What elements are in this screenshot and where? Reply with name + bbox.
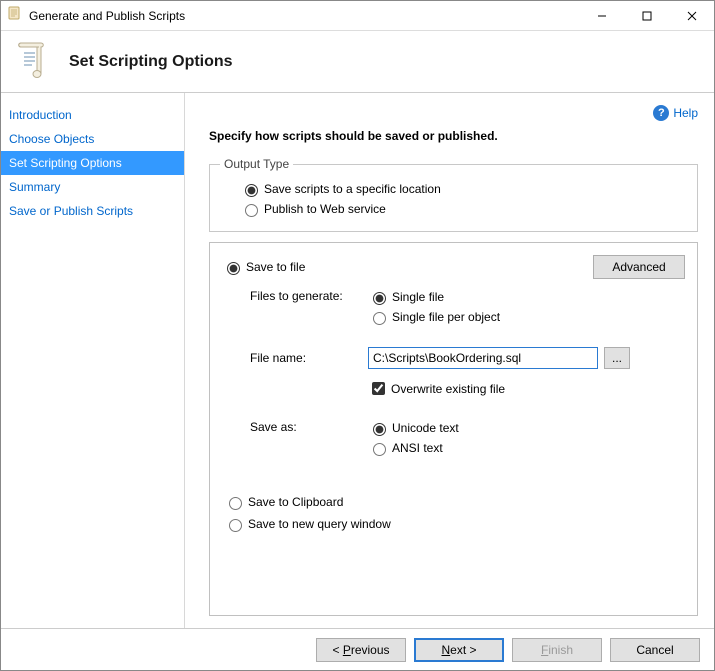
browse-button[interactable]: ...	[604, 347, 630, 369]
script-scroll-icon	[15, 39, 51, 84]
output-type-legend: Output Type	[220, 157, 293, 171]
radio-publish-web[interactable]: Publish to Web service	[240, 201, 687, 217]
radio-save-to-file[interactable]: Save to file	[222, 259, 593, 275]
page-header: Set Scripting Options	[1, 31, 714, 93]
maximize-button[interactable]	[624, 1, 669, 31]
radio-save-to-clipboard-label: Save to Clipboard	[248, 495, 343, 509]
save-as-label: Save as:	[250, 420, 368, 434]
radio-unicode[interactable]: Unicode text	[368, 420, 459, 436]
nav-introduction[interactable]: Introduction	[1, 103, 184, 127]
nav-set-scripting-options[interactable]: Set Scripting Options	[1, 151, 184, 175]
wizard-footer: < Previous Next > Finish Cancel	[1, 628, 714, 670]
radio-publish-web-input[interactable]	[245, 204, 258, 217]
radio-single-file-label: Single file	[392, 290, 444, 304]
overwrite-checkbox-label: Overwrite existing file	[391, 382, 505, 396]
previous-button[interactable]: < Previous	[316, 638, 406, 662]
radio-ansi[interactable]: ANSI text	[368, 440, 459, 456]
radio-save-to-file-input[interactable]	[227, 262, 240, 275]
radio-save-to-file-label: Save to file	[246, 260, 305, 274]
help-row: ? Help	[209, 105, 698, 121]
radio-single-file-per-object-input[interactable]	[373, 312, 386, 325]
file-name-input[interactable]	[368, 347, 598, 369]
minimize-button[interactable]	[579, 1, 624, 31]
nav-sidebar: Introduction Choose Objects Set Scriptin…	[1, 93, 185, 628]
radio-single-file-input[interactable]	[373, 292, 386, 305]
main-pane: ? Help Specify how scripts should be sav…	[185, 93, 714, 628]
radio-unicode-label: Unicode text	[392, 421, 459, 435]
save-options-panel: Save to file Advanced Files to generate:…	[209, 242, 698, 616]
help-icon: ?	[653, 105, 669, 121]
wizard-window: Generate and Publish Scripts Set Scripti…	[0, 0, 715, 671]
overwrite-checkbox[interactable]: Overwrite existing file	[368, 379, 505, 398]
app-icon	[7, 5, 23, 26]
radio-save-to-clipboard[interactable]: Save to Clipboard	[224, 494, 685, 510]
file-name-label: File name:	[250, 351, 368, 365]
radio-single-file-per-object-label: Single file per object	[392, 310, 500, 324]
wizard-body: Introduction Choose Objects Set Scriptin…	[1, 93, 714, 628]
radio-publish-web-label: Publish to Web service	[264, 202, 386, 216]
instruction-text: Specify how scripts should be saved or p…	[209, 129, 698, 143]
cancel-button[interactable]: Cancel	[610, 638, 700, 662]
radio-single-file[interactable]: Single file	[368, 289, 500, 305]
radio-save-to-clipboard-input[interactable]	[229, 497, 242, 510]
page-title: Set Scripting Options	[69, 53, 233, 71]
close-button[interactable]	[669, 1, 714, 31]
next-button[interactable]: Next >	[414, 638, 504, 662]
finish-button: Finish	[512, 638, 602, 662]
nav-save-or-publish[interactable]: Save or Publish Scripts	[1, 199, 184, 223]
radio-single-file-per-object[interactable]: Single file per object	[368, 309, 500, 325]
radio-ansi-label: ANSI text	[392, 441, 443, 455]
output-type-group: Output Type Save scripts to a specific l…	[209, 157, 698, 232]
window-title: Generate and Publish Scripts	[29, 9, 579, 23]
radio-ansi-input[interactable]	[373, 443, 386, 456]
help-link[interactable]: Help	[673, 106, 698, 120]
overwrite-checkbox-input[interactable]	[372, 382, 385, 395]
radio-unicode-input[interactable]	[373, 423, 386, 436]
radio-save-to-new-query-input[interactable]	[229, 519, 242, 532]
advanced-button[interactable]: Advanced	[593, 255, 685, 279]
nav-summary[interactable]: Summary	[1, 175, 184, 199]
radio-save-location-input[interactable]	[245, 184, 258, 197]
radio-save-location[interactable]: Save scripts to a specific location	[240, 181, 687, 197]
nav-choose-objects[interactable]: Choose Objects	[1, 127, 184, 151]
radio-save-location-label: Save scripts to a specific location	[264, 182, 441, 196]
radio-save-to-new-query-label: Save to new query window	[248, 517, 391, 531]
titlebar: Generate and Publish Scripts	[1, 1, 714, 31]
radio-save-to-new-query[interactable]: Save to new query window	[224, 516, 685, 532]
files-to-generate-label: Files to generate:	[250, 289, 368, 303]
